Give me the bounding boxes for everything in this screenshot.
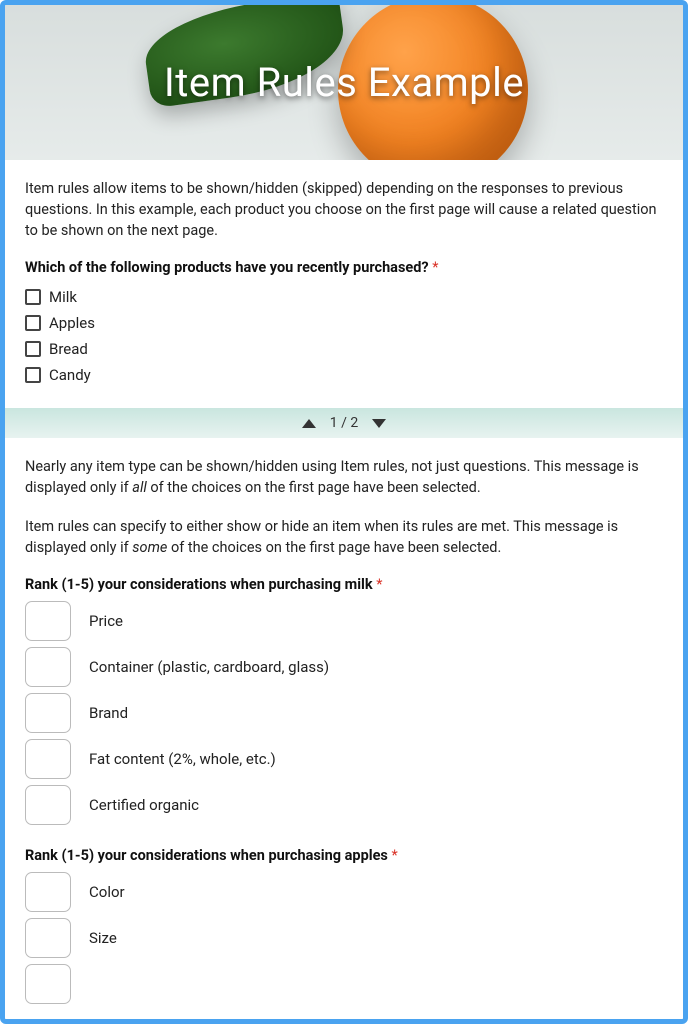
form-header-banner: Item Rules Example (5, 5, 683, 160)
rank-input[interactable] (25, 872, 71, 912)
msg1-post: of the choices on the first page have be… (147, 479, 481, 496)
rank-label: Fat content (2%, whole, etc.) (89, 750, 276, 768)
rank-input[interactable] (25, 739, 71, 779)
checkbox-icon[interactable] (25, 315, 41, 331)
triangle-up-icon[interactable] (302, 419, 316, 428)
page-1-section: Item rules allow items to be shown/hidde… (5, 160, 683, 408)
rank-label: Container (plastic, cardboard, glass) (89, 658, 329, 676)
page-2-message-some: Item rules can specify to either show or… (25, 516, 663, 558)
rank-item: Fat content (2%, whole, etc.) (25, 739, 663, 779)
rank-item: Certified organic (25, 785, 663, 825)
rank-label: Certified organic (89, 796, 199, 814)
page-1-intro: Item rules allow items to be shown/hidde… (25, 178, 663, 241)
rank-input[interactable] (25, 964, 71, 1004)
question-products-text: Which of the following products have you… (25, 259, 429, 276)
rank-item: Brand (25, 693, 663, 733)
checkbox-item-apples[interactable]: Apples (25, 310, 663, 336)
rank-list-apples: Color Size (25, 872, 663, 1004)
question-rank-apples-title: Rank (1-5) your considerations when purc… (25, 847, 663, 864)
checkbox-list-products: Milk Apples Bread Candy (25, 284, 663, 388)
required-marker: * (432, 259, 438, 276)
checkbox-icon[interactable] (25, 367, 41, 383)
question-rank-apples-text: Rank (1-5) your considerations when purc… (25, 847, 388, 864)
checkbox-icon[interactable] (25, 289, 41, 305)
rank-input[interactable] (25, 601, 71, 641)
question-rank-milk-text: Rank (1-5) your considerations when purc… (25, 576, 373, 593)
checkbox-label: Candy (49, 366, 91, 384)
msg2-post: of the choices on the first page have be… (167, 539, 501, 556)
checkbox-label: Milk (49, 288, 77, 306)
required-marker: * (376, 576, 382, 593)
checkbox-label: Bread (49, 340, 88, 358)
form-title: Item Rules Example (164, 59, 524, 106)
checkbox-item-bread[interactable]: Bread (25, 336, 663, 362)
required-marker: * (391, 847, 397, 864)
question-rank-milk-title: Rank (1-5) your considerations when purc… (25, 576, 663, 593)
msg2-em: some (132, 539, 167, 556)
msg1-em: all (132, 479, 147, 496)
triangle-down-icon[interactable] (372, 419, 386, 428)
checkbox-item-milk[interactable]: Milk (25, 284, 663, 310)
rank-item: Size (25, 918, 663, 958)
rank-label: Color (89, 883, 125, 901)
rank-item: Price (25, 601, 663, 641)
rank-label: Size (89, 929, 117, 947)
checkbox-icon[interactable] (25, 341, 41, 357)
rank-item: Color (25, 872, 663, 912)
question-products-title: Which of the following products have you… (25, 259, 663, 276)
page-separator: 1 / 2 (5, 408, 683, 438)
rank-input[interactable] (25, 918, 71, 958)
checkbox-item-candy[interactable]: Candy (25, 362, 663, 388)
pager-label: 1 / 2 (330, 415, 358, 431)
rank-input[interactable] (25, 693, 71, 733)
page-2-section: Nearly any item type can be shown/hidden… (5, 438, 683, 1019)
rank-list-milk: Price Container (plastic, cardboard, gla… (25, 601, 663, 825)
rank-item: Container (plastic, cardboard, glass) (25, 647, 663, 687)
rank-input[interactable] (25, 785, 71, 825)
rank-input[interactable] (25, 647, 71, 687)
rank-item (25, 964, 663, 1004)
form-frame: Item Rules Example Item rules allow item… (0, 0, 688, 1024)
checkbox-label: Apples (49, 314, 95, 332)
page-2-message-all: Nearly any item type can be shown/hidden… (25, 456, 663, 498)
rank-label: Price (89, 612, 123, 630)
rank-label: Brand (89, 704, 128, 722)
